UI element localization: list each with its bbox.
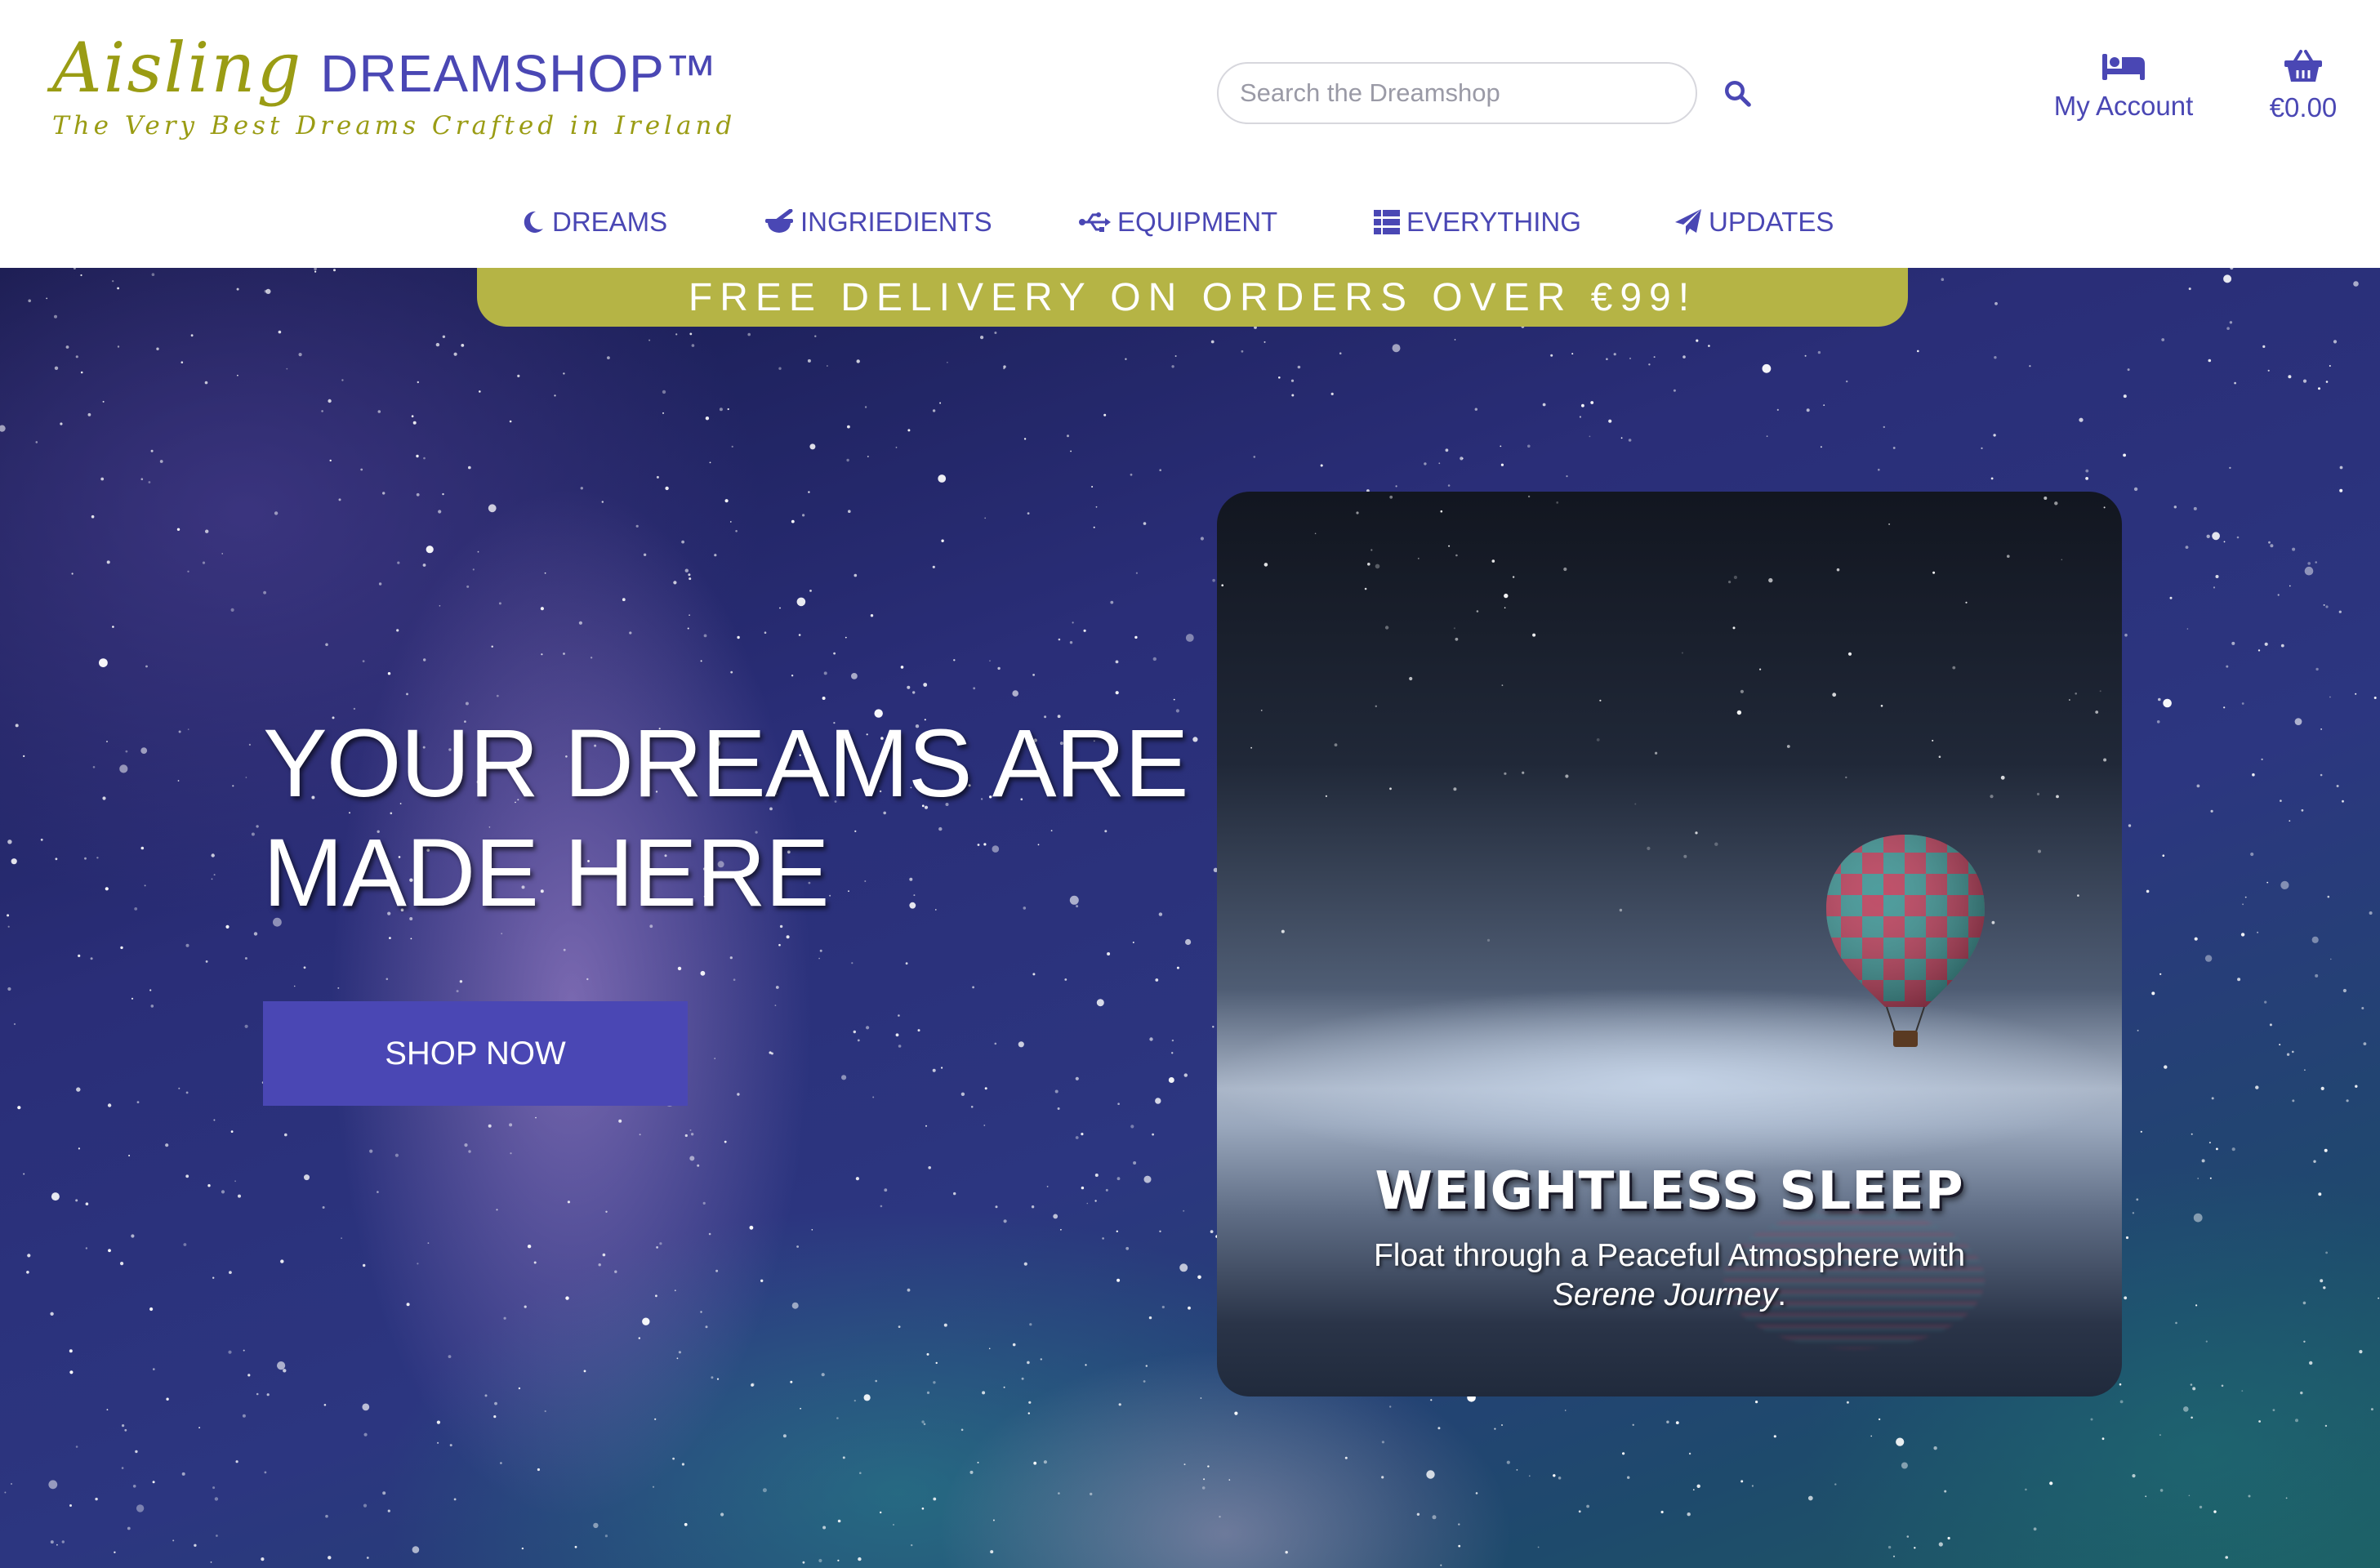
hero-banner: FREE DELIVERY ON ORDERS OVER €99! YOUR D… [0, 268, 2380, 1568]
cart-link[interactable]: €0.00 [2254, 49, 2352, 123]
my-account-link[interactable]: My Account [2042, 49, 2205, 122]
card-subtitle: Float through a Peaceful Atmosphere with… [1217, 1236, 2122, 1315]
nav-item-everything[interactable]: EVERYTHING [1374, 198, 1581, 247]
search-input[interactable] [1217, 62, 1697, 124]
basket-icon [2284, 50, 2322, 82]
bed-icon [2102, 54, 2145, 80]
featured-product-card[interactable]: WEIGHTLESS SLEEP Float through a Peacefu… [1217, 492, 2122, 1396]
moon-icon [524, 211, 543, 233]
hero-title: YOUR DREAMS ARE MADE HERE [263, 710, 1188, 927]
nav-label-ingriedients: INGRIEDIENTS [800, 207, 992, 237]
site-header: Aisling DREAMSHOP™ The Very Best Dreams C… [0, 0, 2380, 268]
main-nav: DREAMS INGRIEDIENTS EQUIPMENT EVERYTHING… [0, 198, 2380, 247]
search-icon [1725, 80, 1751, 107]
nav-item-dreams[interactable]: DREAMS [519, 198, 667, 247]
my-account-label: My Account [2053, 91, 2194, 121]
paper-plane-icon [1675, 209, 1701, 235]
nav-item-equipment[interactable]: EQUIPMENT [1078, 198, 1277, 247]
card-subtitle-product: Serene Journey [1552, 1277, 1778, 1312]
card-subtitle-end: . [1777, 1277, 1787, 1312]
nav-label-equipment: EQUIPMENT [1117, 207, 1278, 237]
brand-name: DREAMSHOP™ [320, 44, 718, 103]
search-button[interactable] [1717, 74, 1758, 114]
nav-label-dreams: DREAMS [552, 207, 668, 237]
nav-label-everything: EVERYTHING [1406, 207, 1581, 237]
brand-script: Aisling [52, 28, 303, 108]
hot-air-balloon-image [1826, 835, 1985, 1047]
nav-item-ingriedients[interactable]: INGRIEDIENTS [764, 198, 992, 247]
usb-icon [1079, 212, 1111, 232]
shop-now-button[interactable]: SHOP NOW [263, 1001, 688, 1106]
mortar-pestle-icon [765, 209, 793, 233]
nav-label-updates: UPDATES [1709, 207, 1834, 237]
free-delivery-banner: FREE DELIVERY ON ORDERS OVER €99! [477, 268, 1908, 327]
card-title: WEIGHTLESS SLEEP [1375, 1161, 1964, 1222]
brand-title: Aisling DREAMSHOP™ [52, 28, 736, 108]
search-bar [1217, 62, 1751, 124]
brand-tagline: The Very Best Dreams Crafted in Ireland [52, 111, 737, 140]
cart-total: €0.00 [2269, 92, 2338, 122]
nav-item-updates[interactable]: UPDATES [1674, 198, 1834, 247]
grid-icon [1374, 210, 1400, 234]
site-logo[interactable]: Aisling DREAMSHOP™ The Very Best Dreams C… [52, 28, 736, 140]
card-subtitle-line: Float through a Peaceful Atmosphere with [1373, 1238, 1966, 1273]
